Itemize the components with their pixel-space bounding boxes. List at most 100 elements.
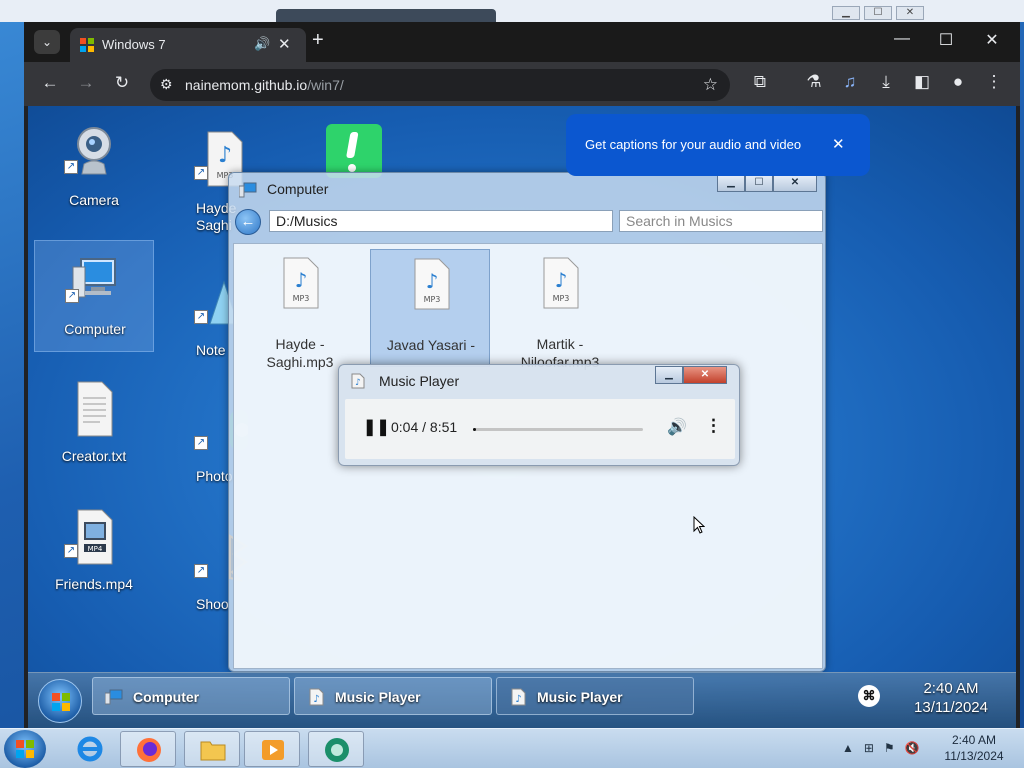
desktop-icon-label: Camera (69, 192, 119, 208)
media-controls-icon[interactable]: ♫ (838, 72, 862, 92)
media-player-icon (262, 740, 284, 760)
folder-icon (200, 741, 226, 761)
music-player-title: Music Player (379, 373, 460, 389)
shortcut-arrow-icon: ↗ (194, 564, 208, 578)
windows-logo-icon (16, 740, 34, 758)
back-arrow-icon[interactable]: ← (38, 73, 62, 93)
file-item[interactable]: ♪ MP3 Hayde - Saghi.mp3 (240, 249, 360, 370)
new-tab-button[interactable]: + (312, 30, 324, 50)
win7-page: ↗ Camera ↗ Computer Creator.txt MP4 ↗ Fr… (28, 106, 1016, 728)
svg-text:♪: ♪ (555, 268, 568, 292)
svg-text:♪: ♪ (355, 378, 361, 388)
taskbar-item-label: Computer (133, 689, 200, 705)
desktop-icon-label: Creator.txt (61, 448, 127, 464)
url-host: nainemom.github.io (185, 77, 308, 93)
desktop-icon-camera[interactable]: ↗ Camera (34, 112, 154, 224)
host-tab-stub (276, 9, 496, 22)
host-app-firefox[interactable] (120, 731, 176, 767)
music-player-window: ♪ Music Player ▁ ✕ ❚❚ 0:04 / 8:51 🔊 ⋮ (338, 364, 740, 466)
explorer-close-button[interactable]: ✕ (773, 174, 817, 192)
volume-icon[interactable]: 🔊 (667, 417, 687, 437)
host-app-file-explorer[interactable] (184, 731, 240, 767)
site-info-icon[interactable]: ⚙ (160, 76, 173, 93)
host-close-button[interactable]: ✕ (896, 6, 924, 20)
host-app-media-player[interactable] (244, 731, 300, 767)
tab-search-button[interactable]: ⌄ (34, 30, 60, 54)
computer-icon (239, 182, 257, 198)
green-exclamation-app-icon[interactable] (326, 124, 382, 178)
host-app-browser[interactable] (308, 731, 364, 767)
host-maximize-button[interactable]: ☐ (864, 6, 892, 20)
bookmark-star-icon[interactable]: ☆ (703, 75, 718, 95)
host-start-orb[interactable] (4, 730, 46, 768)
tab-strip: ⌄ Windows 7 🔊 ✕ + — ☐ ✕ (24, 22, 1020, 62)
tab-title: Windows 7 (102, 37, 166, 52)
explorer-minimize-button[interactable]: ▁ (717, 174, 745, 192)
download-icon[interactable]: ⤓ (874, 72, 898, 92)
svg-text:♪: ♪ (295, 268, 308, 292)
seek-slider[interactable] (473, 428, 643, 431)
speaker-icon[interactable]: 🔊 (254, 36, 270, 52)
svg-text:♪: ♪ (426, 269, 439, 293)
host-app-internet-explorer[interactable] (62, 731, 118, 767)
windows-favicon-icon (80, 38, 94, 52)
win7-clock-date: 13/11/2024 (914, 699, 988, 716)
host-minimize-button[interactable]: ▁ (832, 6, 860, 20)
more-options-icon[interactable]: ⋮ (705, 416, 722, 436)
svg-text:♪: ♪ (218, 143, 232, 168)
seek-progress (473, 428, 476, 431)
window-close-button[interactable]: ✕ (980, 30, 1004, 50)
win7-clock[interactable]: 2:40 AM 13/11/2024 (896, 679, 1006, 717)
tab-windows7[interactable]: Windows 7 🔊 ✕ (70, 28, 306, 62)
explorer-search-input[interactable]: Search in Musics (619, 210, 823, 232)
mp3-file-icon: ♪ MP3 (414, 258, 450, 310)
window-maximize-button[interactable]: ☐ (934, 30, 958, 50)
shortcut-arrow-icon: ↗ (194, 166, 208, 180)
firefox-icon (137, 738, 161, 762)
browser-app-icon (325, 738, 349, 762)
labs-flask-icon[interactable]: ⚗ (802, 72, 826, 92)
explorer-address-field[interactable]: D:/Musics (269, 210, 613, 232)
host-clock-date: 11/13/2024 (944, 749, 1004, 763)
system-tray[interactable]: ▲ ⊞ ⚑ 🔇 (842, 741, 920, 755)
taskbar-item-music-player-1[interactable]: ♪ Music Player (294, 677, 492, 715)
github-icon[interactable]: ⌘ (858, 685, 880, 707)
svg-text:MP3: MP3 (293, 294, 310, 303)
player-close-button[interactable]: ✕ (683, 366, 727, 384)
desktop-icon-computer[interactable]: ↗ Computer (34, 240, 154, 352)
computer-icon (105, 689, 123, 705)
reload-icon[interactable]: ↻ (110, 73, 134, 93)
pause-icon[interactable]: ❚❚ (363, 417, 390, 437)
menu-kebab-icon[interactable]: ⋮ (982, 72, 1006, 92)
desktop-icon-friends-mp4[interactable]: MP4 ↗ Friends.mp4 (34, 496, 154, 608)
svg-text:MP4: MP4 (88, 545, 103, 553)
url-path: /win7/ (307, 77, 344, 93)
taskbar-item-music-player-2[interactable]: ♪ Music Player (496, 677, 694, 715)
explorer-title: Computer (267, 181, 329, 197)
url-text: nainemom.github.io/win7/ (185, 77, 344, 93)
caption-close-icon[interactable]: ✕ (832, 135, 845, 153)
host-clock[interactable]: 2:40 AM 11/13/2024 (940, 732, 1008, 764)
file-item[interactable]: ♪ MP3 Martik - Niloofar.mp3 (500, 249, 620, 370)
profile-avatar-icon[interactable]: ● (946, 72, 970, 92)
side-panel-icon[interactable]: ◧ (910, 72, 934, 92)
forward-arrow-icon[interactable]: → (74, 73, 98, 93)
taskbar-item-label: Music Player (537, 689, 623, 705)
host-taskbar: ▲ ⊞ ⚑ 🔇 2:40 AM 11/13/2024 (0, 728, 1024, 768)
host-window-strip: ▁ ☐ ✕ (0, 0, 1024, 22)
taskbar-item-computer[interactable]: Computer (92, 677, 290, 715)
window-minimize-button[interactable]: — (890, 30, 914, 48)
win7-start-orb[interactable] (38, 679, 82, 723)
tab-close-icon[interactable]: ✕ (278, 35, 291, 53)
player-minimize-button[interactable]: ▁ (655, 366, 683, 384)
explorer-maximize-button[interactable]: ☐ (745, 174, 773, 192)
host-clock-time: 2:40 AM (951, 733, 997, 747)
mp3-file-icon: ♪ MP3 (283, 257, 319, 309)
back-arrow-icon[interactable]: ← (235, 209, 261, 235)
explorer-titlebar[interactable]: Computer ▁ ☐ ✕ (229, 173, 825, 207)
address-bar[interactable]: ⚙ nainemom.github.io/win7/ ☆ (150, 69, 730, 101)
file-item[interactable]: ♪ MP3 Javad Yasari - (370, 249, 490, 367)
desktop-icon-label: Friends.mp4 (55, 576, 133, 592)
desktop-icon-creator-txt[interactable]: Creator.txt (34, 368, 154, 480)
extensions-icon[interactable]: ⧉ (748, 72, 772, 92)
